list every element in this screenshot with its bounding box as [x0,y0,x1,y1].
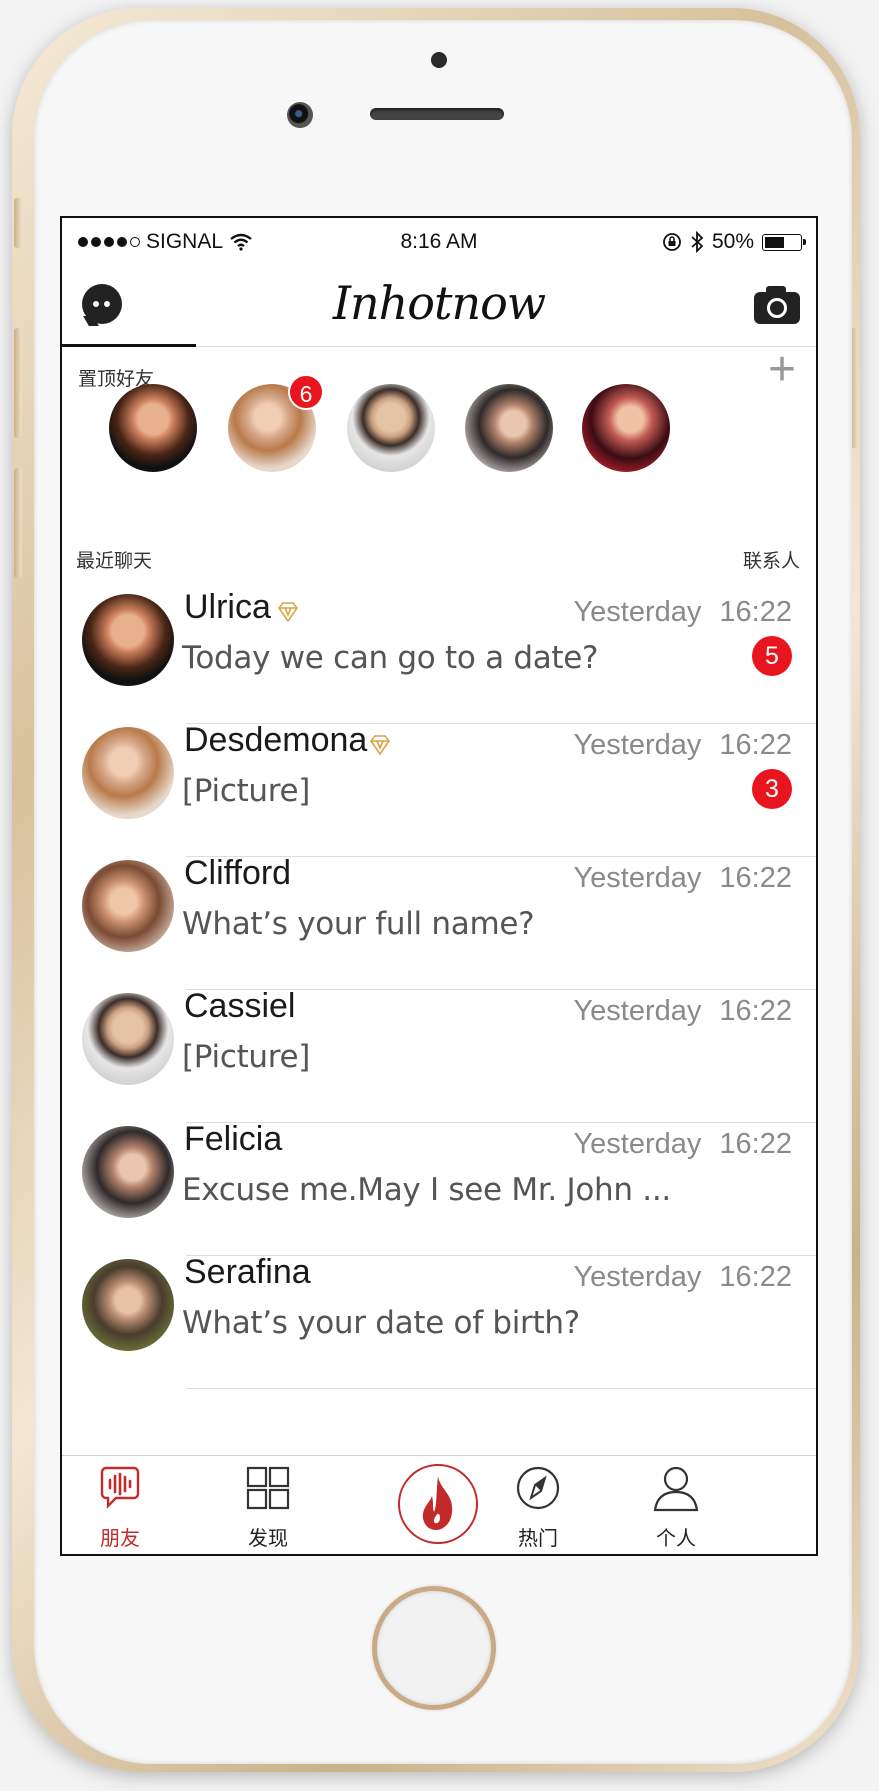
rotation-lock-icon [663,233,681,251]
mute-switch [14,198,22,248]
contact-name: Ulrica [184,588,271,626]
contact-name: Desdemona [184,721,368,759]
proximity-sensor [431,52,447,68]
tab-bar: 朋友 发现 热门 个人 [62,1455,816,1554]
tab-friends[interactable]: 朋友 [62,1464,180,1550]
recent-chats-label: 最近聊天 [76,551,153,572]
pinned-friend-avatar[interactable] [465,384,553,472]
message-preview: [Picture] [182,773,311,809]
unread-badge: 5 [752,636,792,676]
message-time: Yesterday 16:22 [573,862,792,894]
active-tab-underline [62,344,196,347]
message-time: Yesterday 16:22 [573,1261,792,1293]
chat-row[interactable]: Ulrica Today we can go to a date? Yesterda… [62,574,816,724]
message-time: Yesterday 16:22 [573,729,792,761]
top-bar: Inhotnow [62,262,816,347]
friends-voice-icon [100,1466,140,1509]
pinned-friend-avatar[interactable] [582,384,670,472]
person-icon [653,1466,699,1512]
unread-badge: 3 [752,769,792,809]
message-preview: [Picture] [182,1039,311,1075]
message-time: Yesterday 16:22 [573,995,792,1027]
battery-icon [762,233,806,251]
avatar[interactable] [82,860,174,952]
flame-button[interactable] [398,1464,478,1544]
chat-row[interactable]: Desdemona [Picture] Yesterday 16:22 3 [62,707,816,857]
tab-label: 发现 [248,1528,288,1550]
message-time: Yesterday 16:22 [573,596,792,628]
contacts-link[interactable]: 联系人 [743,546,800,573]
pinned-friends-row: 6 [62,374,816,474]
contact-name: Clifford [184,854,292,892]
pinned-friend-avatar[interactable] [347,384,435,472]
tab-popular[interactable]: 热门 [478,1464,598,1550]
earpiece-speaker [370,108,504,120]
flame-icon [422,1476,453,1530]
avatar[interactable] [82,1126,174,1218]
bluetooth-icon [691,231,704,253]
camera-icon[interactable] [754,286,800,324]
unread-badge: 6 [288,374,324,410]
contact-name: Cassiel [184,987,296,1025]
message-preview: What’s your full name? [182,906,535,942]
tab-label: 个人 [656,1528,696,1550]
avatar[interactable] [82,1259,174,1351]
message-preview: Excuse me.May I see Mr. John ... [182,1172,671,1208]
battery-percent: 50% [711,230,754,253]
contact-name: Felicia [184,1120,283,1158]
volume-down-button [14,468,22,578]
avatar[interactable] [82,594,174,686]
message-time: Yesterday 16:22 [573,1128,792,1160]
tab-discover[interactable]: 发现 [208,1464,328,1550]
tab-profile[interactable]: 个人 [616,1464,736,1550]
avatar[interactable] [82,727,174,819]
vip-diamond-icon [370,735,390,756]
pinned-friend-avatar[interactable] [109,384,197,472]
chat-row[interactable]: Clifford What’s your full name? Yesterday … [62,840,816,990]
app-logo: Inhotnow [332,276,546,330]
compass-icon [516,1466,560,1510]
status-bar: SIGNAL 8:16 AM 50% [62,218,816,262]
grid-icon [246,1466,290,1510]
message-preview: Today we can go to a date? [182,640,599,676]
volume-up-button [14,328,22,438]
chat-row[interactable]: Felicia Excuse me.May I see Mr. John ... Y… [62,1106,816,1256]
front-camera [287,102,313,128]
contact-name: Serafina [184,1253,311,1291]
home-button[interactable] [372,1586,496,1710]
chat-row[interactable]: Serafina What’s your date of birth? Yester… [62,1239,816,1389]
row-divider [186,1388,816,1389]
vip-diamond-icon [278,602,298,623]
avatar[interactable] [82,993,174,1085]
chat-row[interactable]: Cassiel [Picture] Yesterday 16:22 [62,973,816,1123]
message-preview: What’s your date of birth? [182,1305,580,1341]
tab-label: 热门 [518,1528,558,1550]
app-screen: SIGNAL 8:16 AM 50% Inhotnow 置顶好友 + 6 最近聊… [60,216,818,1556]
tab-label: 朋友 [100,1528,140,1550]
